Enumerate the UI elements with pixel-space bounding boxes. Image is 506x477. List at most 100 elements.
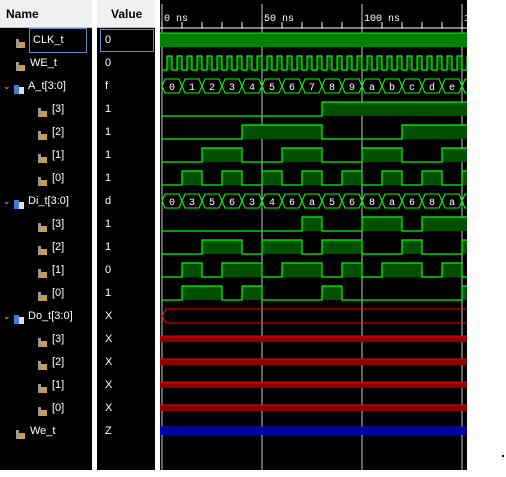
signal-name: [3] [52,333,65,345]
waveform-high-fill [242,286,262,300]
signal-row[interactable]: [3] [0,328,92,351]
bus-value-label: c [409,83,415,94]
signal-value: 0 [105,57,112,69]
waveform-high-fill [462,125,467,139]
waveform-high-fill [462,148,467,162]
undefined-bus-waveform [161,308,467,324]
expand-chevron-icon[interactable]: ⌄ [3,75,11,98]
signal-value: Z [105,425,112,437]
signal-row[interactable]: [2] [0,351,92,374]
signal-row[interactable]: [2] [0,236,92,259]
waveform-high-fill [182,263,202,277]
signal-row[interactable]: [0] [0,397,92,420]
expand-chevron-icon[interactable]: ⌄ [3,190,11,213]
waveform-high-fill [167,56,172,70]
waveform-high-fill [302,217,322,231]
name-column-header[interactable]: Name [0,0,92,28]
bus-value-label: 8 [369,198,375,209]
clk-high-band [160,33,467,47]
waveform-high-fill [282,263,302,277]
waveform-high-fill [217,56,222,70]
signal-name: [2] [52,241,65,253]
waveform-high-fill [357,56,362,70]
signal-value: 1 [105,287,112,299]
waveform-high-fill [342,263,362,277]
value-column-header[interactable]: Value [97,0,155,28]
waveform-high-fill [402,125,422,139]
waveform-high-fill [447,56,452,70]
waveform-high-fill [322,240,342,254]
signal-name: CLK_t [29,28,87,53]
signal-value-cell: 1 [97,167,155,190]
signal-value: 1 [105,218,112,230]
expand-chevron-icon[interactable]: ⌄ [3,305,11,328]
waveform-high-fill [182,171,202,185]
bit-signal-icon [38,219,48,232]
bus-signal-icon [14,81,24,94]
bit-signal-icon [38,150,48,163]
signal-value: 0 [100,29,154,52]
signal-name: [1] [52,264,65,276]
signal-value-cell: d [97,190,155,213]
signal-value: f [105,80,109,92]
waveform-high-fill [207,56,212,70]
signal-row[interactable]: ⌄ Do_t[3:0] [0,305,92,328]
waveform-high-fill [247,56,252,70]
signal-row[interactable]: [3] [0,98,92,121]
waveform-high-fill [282,148,302,162]
waveform-high-fill [402,102,422,116]
signal-row[interactable]: ⌄ Di_t[3:0] [0,190,92,213]
signal-name: A_t[3:0] [28,80,66,92]
signal-name: [2] [52,126,65,138]
bus-value-label: 6 [229,198,235,209]
waveform-high-fill [302,125,322,139]
signal-name: [3] [52,103,65,115]
signal-value: 1 [105,241,112,253]
signal-value: d [105,195,112,207]
signal-value: X [105,379,113,391]
bus-value-label: a [449,198,455,209]
signal-row[interactable]: [3] [0,213,92,236]
signal-row[interactable]: [1] [0,374,92,397]
waveform-high-fill [437,56,442,70]
waveform-high-fill [222,171,242,185]
signal-row[interactable]: [2] [0,121,92,144]
waveform-high-fill [362,148,382,162]
bus-value-label: 4 [249,83,255,94]
bus-signal-icon [14,311,24,324]
waveform-high-fill [227,56,232,70]
waveform-high-fill [402,240,422,254]
bit-signal-icon [38,380,48,393]
signal-name: [0] [52,172,65,184]
signal-value-cell: 0 [97,52,155,75]
waveform-high-fill [457,56,462,70]
signal-value-cell: 1 [97,121,155,144]
signal-row[interactable]: WE_t [0,52,92,75]
waveform-high-fill [397,56,402,70]
waveform-high-fill [347,56,352,70]
waveform-high-fill [277,56,282,70]
waveform-high-fill [197,56,202,70]
waveform-high-fill [222,263,242,277]
waveform-high-fill [327,56,332,70]
waveform-high-fill [202,240,222,254]
waveform-high-fill [202,148,222,162]
bus-value-label: 5 [329,198,335,209]
signal-row[interactable]: [0] [0,167,92,190]
signal-row[interactable]: CLK_t [0,28,92,53]
bus-value-label: d [429,82,435,94]
bit-signal-icon [16,58,26,71]
waveform-pane[interactable]: 0 ns50 ns100 ns10123456789abcde0356346a5… [160,0,467,470]
signal-row[interactable]: We_t [0,420,92,443]
signal-row[interactable]: [1] [0,144,92,167]
signal-row[interactable]: ⌄ A_t[3:0] [0,75,92,98]
waveform-high-fill [362,102,382,116]
waveform-canvas[interactable]: 0 ns50 ns100 ns10123456789abcde0356346a5… [160,0,467,470]
signal-row[interactable]: [0] [0,282,92,305]
waveform-high-fill [442,217,462,231]
bus-value-label: 9 [349,83,355,94]
signal-value-cell: 1 [97,282,155,305]
signal-value-cell: Z [97,420,155,443]
bus-value-label: 4 [269,198,275,209]
signal-row[interactable]: [1] [0,259,92,282]
